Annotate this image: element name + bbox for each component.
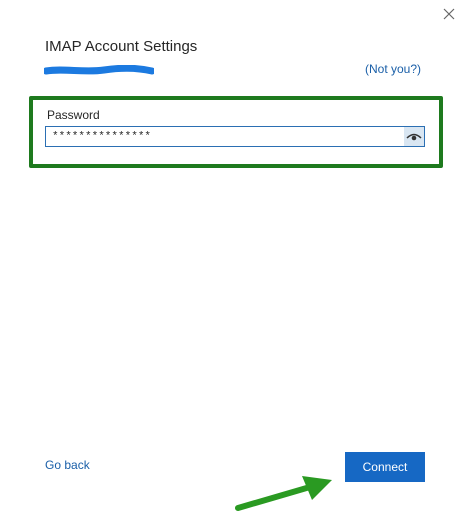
eye-icon <box>406 133 422 140</box>
imap-settings-dialog: IMAP Account Settings (Not you?) Passwor… <box>0 0 469 528</box>
password-label: Password <box>47 108 100 122</box>
password-input[interactable] <box>46 127 404 146</box>
connect-button[interactable]: Connect <box>345 452 425 482</box>
password-field <box>45 126 425 147</box>
close-button[interactable] <box>441 6 457 22</box>
redacted-email <box>44 65 154 75</box>
not-you-link[interactable]: (Not you?) <box>365 62 421 76</box>
arrow-icon <box>235 476 332 511</box>
close-icon <box>443 8 455 20</box>
dialog-title: IMAP Account Settings <box>45 38 198 55</box>
reveal-password-button[interactable] <box>404 127 424 146</box>
go-back-link[interactable]: Go back <box>45 458 90 472</box>
